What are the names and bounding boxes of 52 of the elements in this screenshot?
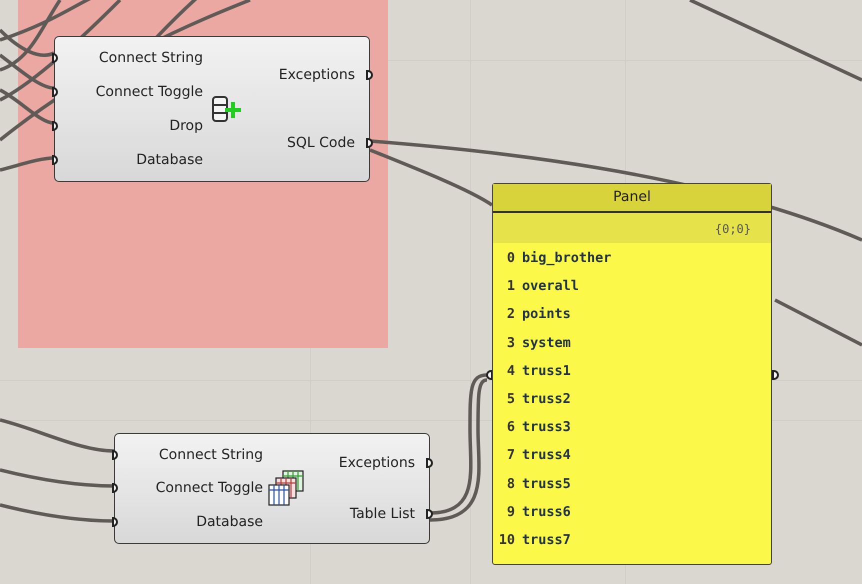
item-text: truss5 (522, 476, 571, 492)
output-label: SQL Code (287, 135, 355, 151)
database-add-icon (211, 94, 243, 124)
component-node[interactable]: Connect String Connect Toggle Database Exceptions Table List (114, 433, 430, 544)
input-label: Connect String (158, 446, 263, 463)
input-label: Database (136, 152, 203, 168)
item-index: 9 (506, 504, 515, 520)
item-index: 1 (506, 278, 515, 294)
output-grip[interactable] (426, 458, 433, 468)
panel-title: Panel (493, 184, 771, 213)
item-text: truss2 (522, 391, 571, 408)
input-grip[interactable] (52, 53, 58, 63)
input-label: Drop (169, 118, 203, 134)
item-index: 2 (506, 306, 515, 322)
item-text: truss1 (522, 362, 571, 379)
wire (0, 156, 54, 172)
item-text: overall (522, 278, 579, 294)
item-index: 0 (506, 250, 515, 266)
item-index: 8 (506, 476, 515, 492)
item-index: 5 (506, 391, 515, 408)
input-label: Connect String (98, 50, 203, 66)
input-grip[interactable] (52, 155, 58, 165)
input-grip[interactable] (52, 87, 58, 97)
item-index: 6 (506, 419, 515, 436)
output-label: Exceptions (278, 67, 355, 83)
item-text: big_brother (522, 250, 612, 266)
output-grip[interactable] (426, 508, 433, 519)
item-text: truss3 (522, 419, 571, 436)
item-text: system (522, 334, 571, 351)
input-label: Connect Toggle (156, 480, 263, 496)
output-label: Exceptions (338, 455, 415, 472)
input-label: Connect Toggle (96, 84, 203, 100)
item-text: truss4 (522, 447, 571, 464)
input-grip[interactable] (112, 517, 118, 528)
input-label: Database (196, 514, 263, 530)
input-grip[interactable] (112, 450, 118, 460)
item-index: 3 (506, 334, 515, 351)
output-grip[interactable] (772, 370, 779, 380)
component-node[interactable]: Connect String Connect Toggle Drop Database Exceptions SQL Code (54, 36, 370, 182)
output-label: Table List (350, 506, 415, 522)
panel-node[interactable]: Panel {0;0} 0 big_brother 1 overall 2 points 3 system 4 truss1 5 truss2 6 truss3 7 truss4 8 truss5 9 truss6 10 truss7 (492, 183, 772, 565)
item-index: 10 (498, 532, 515, 548)
branch-path: {0;0} (493, 213, 771, 243)
item-text: truss7 (522, 532, 571, 548)
output-grip[interactable] (366, 138, 373, 148)
item-index: 4 (506, 362, 515, 379)
output-grip[interactable] (366, 70, 373, 80)
input-grip[interactable] (112, 483, 118, 494)
item-text: points (522, 306, 571, 322)
item-index: 7 (506, 447, 515, 464)
item-text: truss6 (522, 504, 571, 520)
input-grip[interactable] (52, 121, 58, 131)
